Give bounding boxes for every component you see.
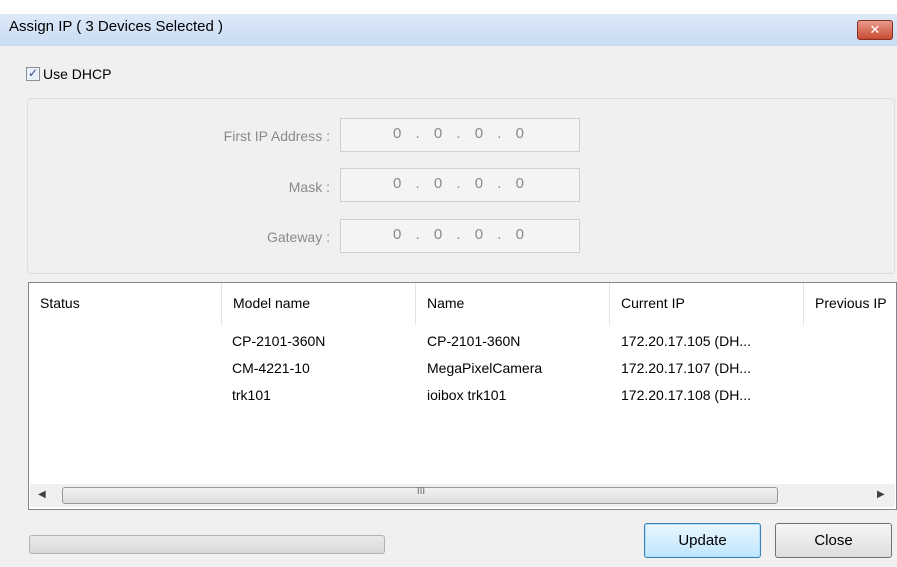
table-row[interactable]: CM-4221-10 MegaPixelCamera 172.20.17.107… — [29, 357, 896, 380]
use-dhcp-checkbox[interactable]: ✓ — [26, 66, 40, 81]
device-list-header: Status Model name Name Current IP Previo… — [29, 283, 896, 325]
scrollbar-thumb[interactable]: III — [62, 486, 778, 504]
row-model-name: CM-4221-10 — [232, 360, 310, 376]
first-ip-address-label: First IP Address : — [223, 128, 330, 144]
use-dhcp-label[interactable]: Use DHCP — [43, 66, 111, 82]
column-header-previous-ip[interactable]: Previous IP — [804, 283, 896, 325]
column-header-current-ip[interactable]: Current IP — [610, 283, 804, 325]
column-header-model-name[interactable]: Model name — [222, 283, 416, 325]
table-row[interactable]: trk101 ioibox trk101 172.20.17.108 (DH..… — [29, 384, 896, 407]
assign-ip-dialog: Assign IP ( 3 Devices Selected ) ✕ ✓ Use… — [0, 0, 897, 567]
close-button[interactable]: Close — [775, 523, 892, 558]
gateway-field: 0 . 0 . 0 . 0 — [340, 219, 580, 253]
progress-bar — [29, 535, 385, 554]
row-current-ip: 172.20.17.107 (DH... — [621, 360, 751, 376]
close-icon: ✕ — [869, 22, 881, 37]
scroll-right-arrow-icon[interactable]: ▶ — [877, 489, 885, 500]
gateway-label: Gateway : — [266, 229, 330, 245]
close-window-button[interactable]: ✕ — [857, 20, 893, 40]
update-button[interactable]: Update — [644, 523, 761, 558]
horizontal-scrollbar[interactable]: ◀ III ▶ — [30, 484, 895, 507]
first-ip-address-field: 0 . 0 . 0 . 0 — [340, 118, 580, 152]
column-header-status[interactable]: Status — [29, 283, 222, 325]
row-name: ioibox trk101 — [427, 387, 507, 403]
mask-field: 0 . 0 . 0 . 0 — [340, 168, 580, 202]
row-name: CP-2101-360N — [427, 333, 521, 349]
table-row[interactable]: CP-2101-360N CP-2101-360N 172.20.17.105 … — [29, 330, 896, 353]
row-model-name: CP-2101-360N — [232, 333, 326, 349]
row-current-ip: 172.20.17.108 (DH... — [621, 387, 751, 403]
gateway-value: 0 . 0 . 0 . 0 — [393, 226, 529, 243]
row-model-name: trk101 — [232, 387, 271, 403]
row-current-ip: 172.20.17.105 (DH... — [621, 333, 751, 349]
device-list: Status Model name Name Current IP Previo… — [28, 282, 897, 510]
checkmark-icon: ✓ — [27, 66, 39, 80]
row-name: MegaPixelCamera — [427, 360, 543, 376]
mask-value: 0 . 0 . 0 . 0 — [393, 175, 529, 192]
title-bar: Assign IP ( 3 Devices Selected ) ✕ — [0, 0, 897, 46]
scrollbar-grip: III — [416, 486, 426, 497]
scroll-left-arrow-icon[interactable]: ◀ — [38, 489, 46, 500]
first-ip-address-value: 0 . 0 . 0 . 0 — [393, 125, 529, 142]
column-header-name[interactable]: Name — [416, 283, 610, 325]
mask-label: Mask : — [288, 179, 330, 195]
dialog-title: Assign IP ( 3 Devices Selected ) — [9, 18, 223, 35]
